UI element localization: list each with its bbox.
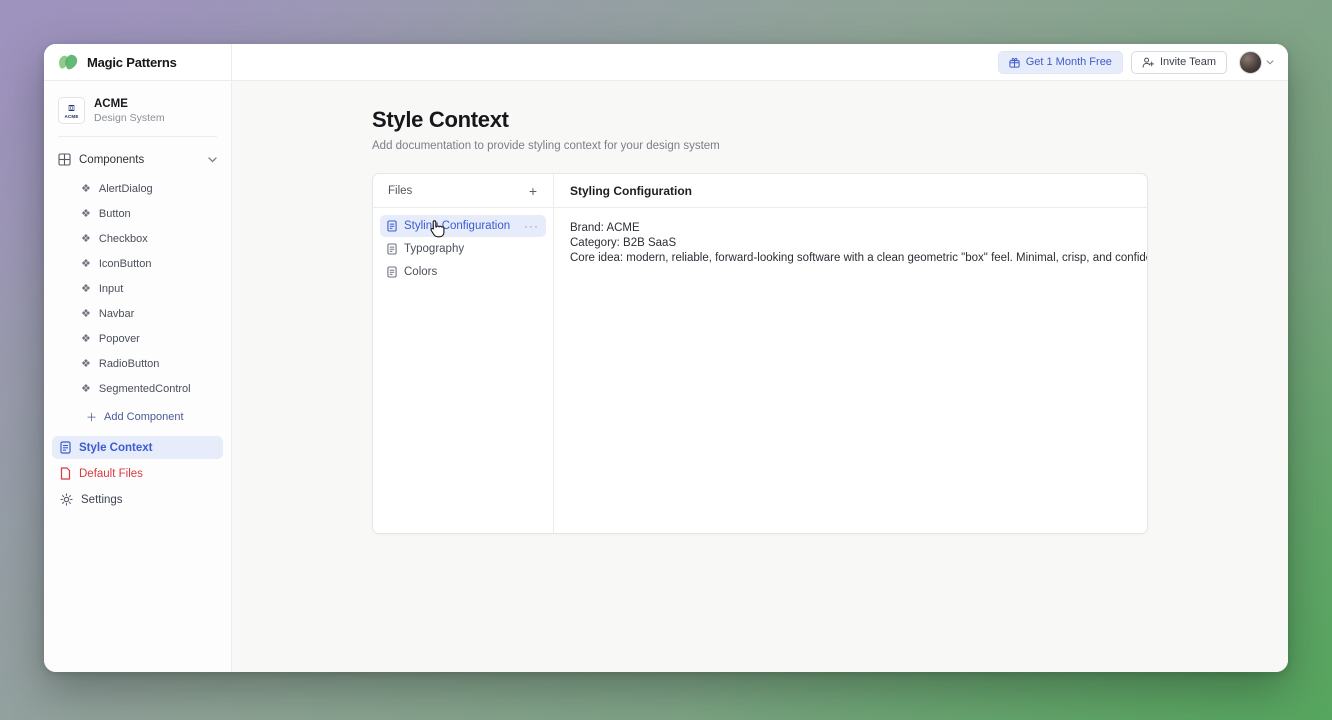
file-icon bbox=[60, 467, 71, 480]
style-context-label: Style Context bbox=[79, 442, 153, 454]
cube-icon: ⧈ bbox=[68, 103, 75, 114]
component-label: SegmentedControl bbox=[99, 383, 191, 395]
sidebar: Magic Patterns ⧈ ACME ACME Design System… bbox=[44, 44, 232, 672]
component-icon: ❖ bbox=[81, 309, 91, 319]
sidebar-item-button[interactable]: ❖ Button bbox=[44, 201, 231, 226]
brand-header: Magic Patterns bbox=[44, 44, 231, 81]
sidebar-item-settings[interactable]: Settings bbox=[52, 488, 223, 511]
main-content: Style Context Add documentation to provi… bbox=[232, 81, 1288, 672]
component-label: Navbar bbox=[99, 308, 134, 320]
sidebar-item-navbar[interactable]: ❖ Navbar bbox=[44, 301, 231, 326]
component-label: Button bbox=[99, 208, 131, 220]
chevron-down-icon bbox=[1266, 60, 1274, 65]
workspace-switcher[interactable]: ⧈ ACME ACME Design System bbox=[44, 93, 231, 134]
component-icon: ❖ bbox=[81, 234, 91, 244]
avatar bbox=[1239, 51, 1262, 74]
file-name: Typography bbox=[404, 243, 539, 255]
chevron-down-icon bbox=[208, 157, 217, 163]
component-icon: ❖ bbox=[81, 184, 91, 194]
component-label: Input bbox=[99, 283, 123, 295]
sidebar-divider bbox=[58, 136, 217, 137]
content-line: Category: B2B SaaS bbox=[570, 236, 1131, 251]
content-line: Core idea: modern, reliable, forward-loo… bbox=[570, 251, 1131, 266]
add-component-button[interactable]: ＋ Add Component bbox=[44, 401, 231, 433]
account-menu[interactable] bbox=[1239, 51, 1274, 74]
sidebar-item-components[interactable]: Components bbox=[44, 149, 231, 170]
sidebar-item-popover[interactable]: ❖ Popover bbox=[44, 326, 231, 351]
document-icon bbox=[60, 441, 71, 454]
gear-icon bbox=[60, 493, 73, 506]
file-more-button[interactable]: ··· bbox=[524, 222, 539, 230]
invite-user-icon bbox=[1142, 57, 1154, 68]
component-label: IconButton bbox=[99, 258, 152, 270]
component-icon: ❖ bbox=[81, 209, 91, 219]
workspace-name: ACME bbox=[94, 98, 165, 110]
component-list: ❖ AlertDialog ❖ Button ❖ Checkbox ❖ IconButt… bbox=[44, 176, 231, 401]
main-column: Get 1 Month Free Invite Team Style Conte… bbox=[232, 44, 1288, 672]
file-name: Styling Configuration bbox=[404, 220, 517, 232]
brand-name: Magic Patterns bbox=[87, 55, 177, 70]
sidebar-item-iconbutton[interactable]: ❖ IconButton bbox=[44, 251, 231, 276]
add-file-button[interactable]: + bbox=[525, 182, 541, 200]
sidebar-item-checkbox[interactable]: ❖ Checkbox bbox=[44, 226, 231, 251]
add-component-label: Add Component bbox=[104, 411, 184, 423]
file-content-column: Styling Configuration Brand: ACME Catego… bbox=[554, 174, 1147, 533]
invite-team-label: Invite Team bbox=[1160, 56, 1216, 68]
settings-label: Settings bbox=[81, 494, 123, 506]
component-icon: ❖ bbox=[81, 334, 91, 344]
sidebar-content: ⧈ ACME ACME Design System Components bbox=[44, 81, 231, 672]
magic-patterns-logo-icon bbox=[58, 54, 80, 71]
content-line: Brand: ACME bbox=[570, 221, 1131, 236]
sidebar-item-default-files[interactable]: Default Files bbox=[52, 462, 223, 485]
component-label: AlertDialog bbox=[99, 183, 153, 195]
files-column: Files + Styling Configuration ··· bbox=[373, 174, 554, 533]
style-context-panel: Files + Styling Configuration ··· bbox=[372, 173, 1148, 534]
get-month-free-button[interactable]: Get 1 Month Free bbox=[998, 51, 1123, 74]
component-label: RadioButton bbox=[99, 358, 160, 370]
component-icon: ❖ bbox=[81, 359, 91, 369]
gift-icon bbox=[1009, 57, 1020, 68]
default-files-label: Default Files bbox=[79, 468, 143, 480]
component-icon: ❖ bbox=[81, 284, 91, 294]
sidebar-item-radiobutton[interactable]: ❖ RadioButton bbox=[44, 351, 231, 376]
page-title: Style Context bbox=[372, 107, 1148, 133]
files-header-label: Files bbox=[388, 185, 525, 197]
app-window: Magic Patterns ⧈ ACME ACME Design System… bbox=[44, 44, 1288, 672]
component-label: Popover bbox=[99, 333, 140, 345]
components-label: Components bbox=[79, 154, 200, 166]
document-icon bbox=[387, 266, 397, 278]
grid-icon bbox=[58, 153, 71, 166]
file-name: Colors bbox=[404, 266, 539, 278]
sidebar-item-segmentedcontrol[interactable]: ❖ SegmentedControl bbox=[44, 376, 231, 401]
invite-team-button[interactable]: Invite Team bbox=[1131, 51, 1227, 74]
get-month-free-label: Get 1 Month Free bbox=[1026, 56, 1112, 68]
file-list: Styling Configuration ··· Typography bbox=[373, 208, 553, 290]
component-icon: ❖ bbox=[81, 259, 91, 269]
document-icon bbox=[387, 220, 397, 232]
sidebar-item-input[interactable]: ❖ Input bbox=[44, 276, 231, 301]
page-subtitle: Add documentation to provide styling con… bbox=[372, 140, 1148, 152]
file-item-typography[interactable]: Typography bbox=[380, 238, 546, 260]
sidebar-item-alertdialog[interactable]: ❖ AlertDialog bbox=[44, 176, 231, 201]
content-header: Styling Configuration bbox=[554, 174, 1147, 208]
content-body[interactable]: Brand: ACME Category: B2B SaaS Core idea… bbox=[554, 208, 1147, 279]
files-header: Files + bbox=[373, 174, 553, 208]
document-icon bbox=[387, 243, 397, 255]
workspace-logo: ⧈ ACME bbox=[58, 97, 85, 124]
component-icon: ❖ bbox=[81, 384, 91, 394]
file-item-colors[interactable]: Colors bbox=[380, 261, 546, 283]
plus-icon: ＋ bbox=[86, 409, 97, 425]
file-item-styling-configuration[interactable]: Styling Configuration ··· bbox=[380, 215, 546, 237]
top-bar: Get 1 Month Free Invite Team bbox=[232, 44, 1288, 81]
sidebar-item-style-context[interactable]: Style Context bbox=[52, 436, 223, 459]
workspace-subtitle: Design System bbox=[94, 112, 165, 124]
component-label: Checkbox bbox=[99, 233, 148, 245]
workspace-logo-caption: ACME bbox=[64, 114, 78, 119]
